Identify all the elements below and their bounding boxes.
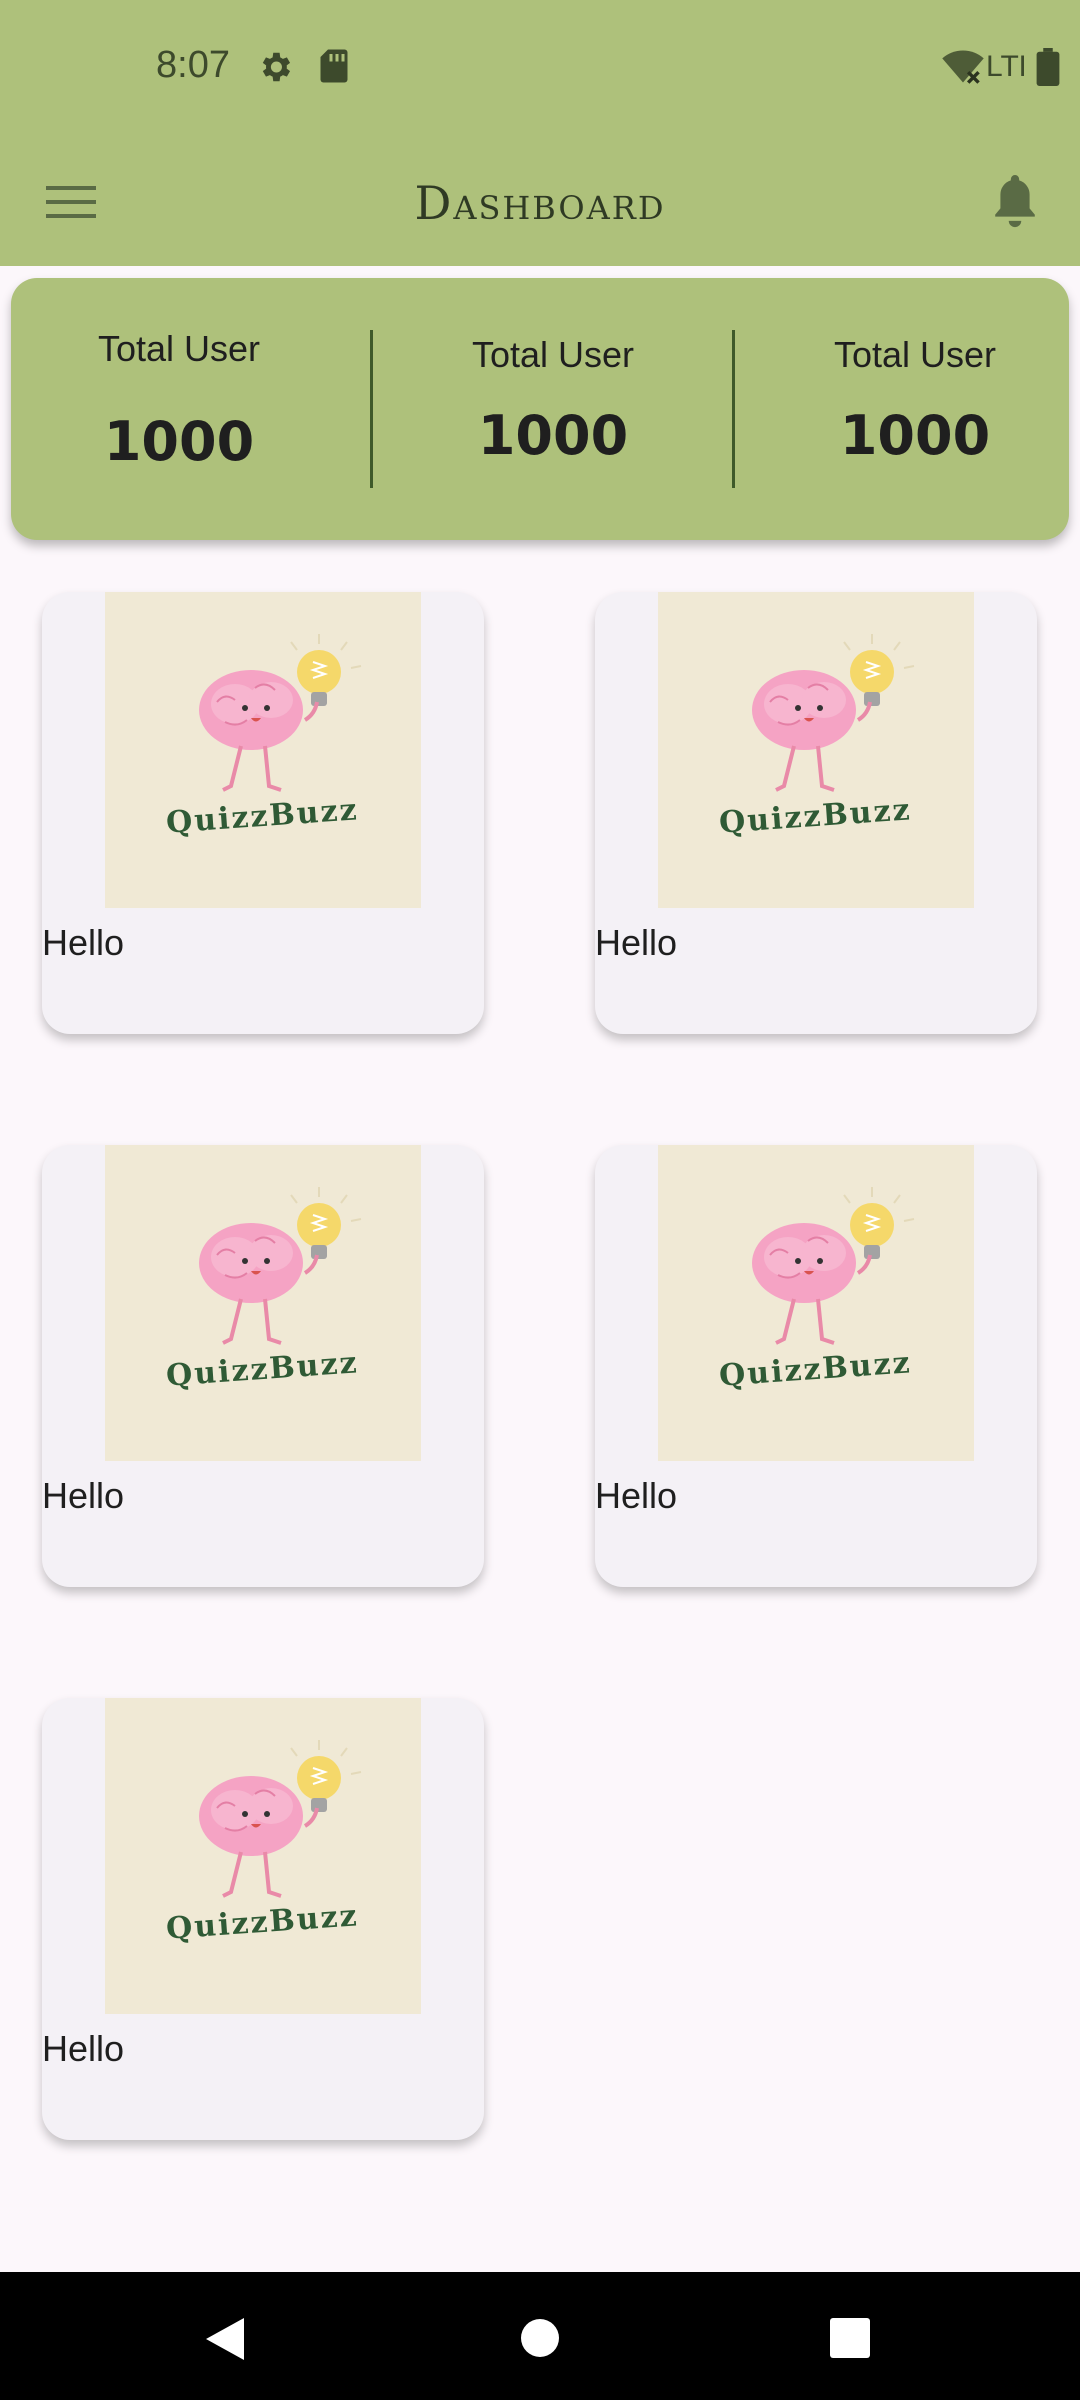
status-time: 8:07 — [156, 44, 230, 86]
quizzbuzz-logo-image: QuizzBuzz — [105, 1145, 421, 1461]
stat-label: Total User — [97, 328, 261, 369]
network-type: LTE — [986, 50, 1024, 83]
status-bar: 8:07 LTE — [0, 0, 1080, 140]
stat-label: Total User — [833, 334, 997, 375]
card-caption: Hello — [42, 922, 125, 963]
back-icon[interactable] — [204, 2316, 246, 2362]
wifi-icon — [942, 50, 984, 84]
stat-value: 1000 — [477, 404, 629, 467]
sd-card-icon — [320, 49, 348, 83]
bell-icon[interactable] — [990, 170, 1040, 230]
stat-value: 1000 — [839, 404, 991, 467]
settings-icon — [262, 52, 291, 82]
quiz-card[interactable]: QuizzBuzz Hello — [595, 1145, 1037, 1587]
quizzbuzz-logo-text: QuizzBuzz — [718, 1345, 913, 1393]
quiz-card[interactable]: QuizzBuzz Hello — [595, 592, 1037, 1034]
system-nav-bar — [0, 2272, 1080, 2400]
stat-divider — [370, 330, 373, 488]
battery-icon — [1036, 48, 1060, 86]
quizzbuzz-logo-image: QuizzBuzz — [105, 1698, 421, 2014]
card-caption: Hello — [595, 1475, 678, 1516]
home-icon[interactable] — [520, 2318, 560, 2358]
quizzbuzz-logo-text: QuizzBuzz — [718, 792, 913, 840]
quiz-card[interactable]: QuizzBuzz Hello — [42, 592, 484, 1034]
card-caption: Hello — [42, 1475, 125, 1516]
quizzbuzz-logo-image: QuizzBuzz — [658, 592, 974, 908]
quiz-card[interactable]: QuizzBuzz Hello — [42, 1145, 484, 1587]
stat-total-user-2: Total User 1000 — [423, 334, 683, 467]
page-title: Dashboard — [414, 176, 666, 230]
quiz-card[interactable]: QuizzBuzz Hello — [42, 1698, 484, 2140]
stat-label: Total User — [471, 334, 635, 375]
quizzbuzz-logo-text: QuizzBuzz — [165, 1898, 360, 1946]
stat-divider — [732, 330, 735, 488]
recents-icon[interactable] — [830, 2318, 870, 2358]
stat-total-user-1: Total User 1000 — [49, 328, 309, 473]
quizzbuzz-logo-text: QuizzBuzz — [165, 792, 360, 840]
quizzbuzz-logo-image: QuizzBuzz — [658, 1145, 974, 1461]
card-caption: Hello — [42, 2028, 125, 2069]
quizzbuzz-logo-text: QuizzBuzz — [165, 1345, 360, 1393]
stats-card: Total User 1000 Total User 1000 Total Us… — [11, 278, 1069, 540]
card-caption: Hello — [595, 922, 678, 963]
quizzbuzz-logo-image: QuizzBuzz — [105, 592, 421, 908]
stat-value: 1000 — [103, 410, 255, 473]
stat-total-user-3: Total User 1000 — [785, 334, 1045, 467]
